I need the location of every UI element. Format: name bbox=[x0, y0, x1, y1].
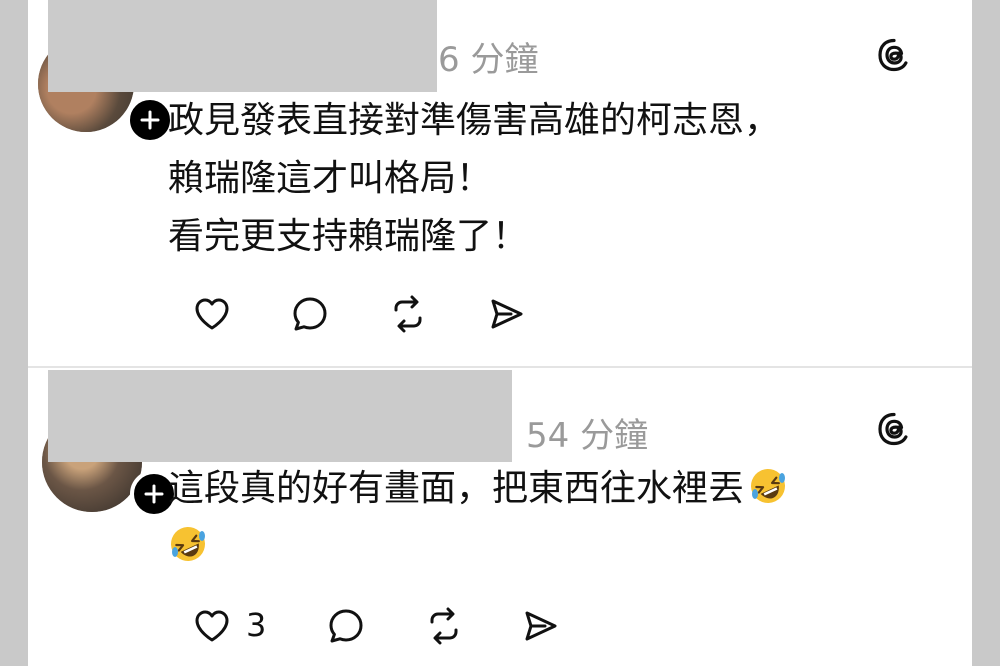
share-button[interactable] bbox=[518, 604, 562, 648]
post-text-row: 這段真的好有畫面，把東西往水裡丟 bbox=[168, 460, 788, 518]
like-button[interactable] bbox=[190, 292, 234, 336]
post-text-line: 賴瑞隆這才叫格局！ bbox=[168, 158, 493, 199]
post-text-line: 政見發表直接對準傷害高雄的柯志恩， bbox=[168, 100, 781, 141]
threads-icon[interactable] bbox=[876, 37, 912, 73]
reply-button[interactable] bbox=[324, 604, 368, 648]
redacted-username bbox=[48, 0, 437, 92]
send-icon bbox=[491, 299, 523, 329]
threads-icon[interactable] bbox=[876, 411, 912, 447]
post-body: 這段真的好有畫面，把東西往水裡丟 bbox=[168, 460, 788, 576]
post-text-row bbox=[168, 518, 788, 576]
repost-icon bbox=[430, 607, 458, 645]
comment-icon bbox=[293, 297, 327, 331]
threads-feed: 6 分鐘 政見發表直接對準傷害高雄的柯志恩， 賴瑞隆這才叫格局！ 看完更支持賴瑞… bbox=[28, 0, 972, 666]
like-button[interactable] bbox=[190, 604, 234, 648]
post-timestamp: 6 分鐘 bbox=[438, 40, 539, 80]
rofl-emoji-icon bbox=[171, 527, 205, 561]
post-text-line: 這段真的好有畫面，把東西往水裡丟 bbox=[168, 468, 745, 509]
repost-button[interactable] bbox=[386, 292, 430, 336]
send-icon bbox=[525, 611, 557, 641]
repost-button[interactable] bbox=[422, 604, 466, 648]
rofl-emoji-icon bbox=[751, 469, 786, 503]
reply-button[interactable] bbox=[288, 292, 332, 336]
share-button[interactable] bbox=[484, 292, 528, 336]
post: 6 分鐘 政見發表直接對準傷害高雄的柯志恩， 賴瑞隆這才叫格局！ 看完更支持賴瑞… bbox=[28, 0, 972, 366]
redacted-username bbox=[48, 370, 512, 462]
post-timestamp: 54 分鐘 bbox=[526, 416, 649, 456]
follow-plus-icon[interactable] bbox=[126, 96, 174, 144]
post-body: 政見發表直接對準傷害高雄的柯志恩， 賴瑞隆這才叫格局！ 看完更支持賴瑞隆了！ bbox=[168, 92, 780, 266]
like-count: 3 bbox=[246, 606, 267, 644]
post: 54 分鐘 這段真的好有畫面，把東西往水裡丟 3 bbox=[28, 368, 972, 666]
post-text-line: 看完更支持賴瑞隆了！ bbox=[168, 216, 529, 257]
repost-icon bbox=[394, 295, 422, 333]
heart-icon bbox=[195, 610, 229, 642]
heart-icon bbox=[195, 298, 229, 330]
comment-icon bbox=[329, 609, 363, 643]
